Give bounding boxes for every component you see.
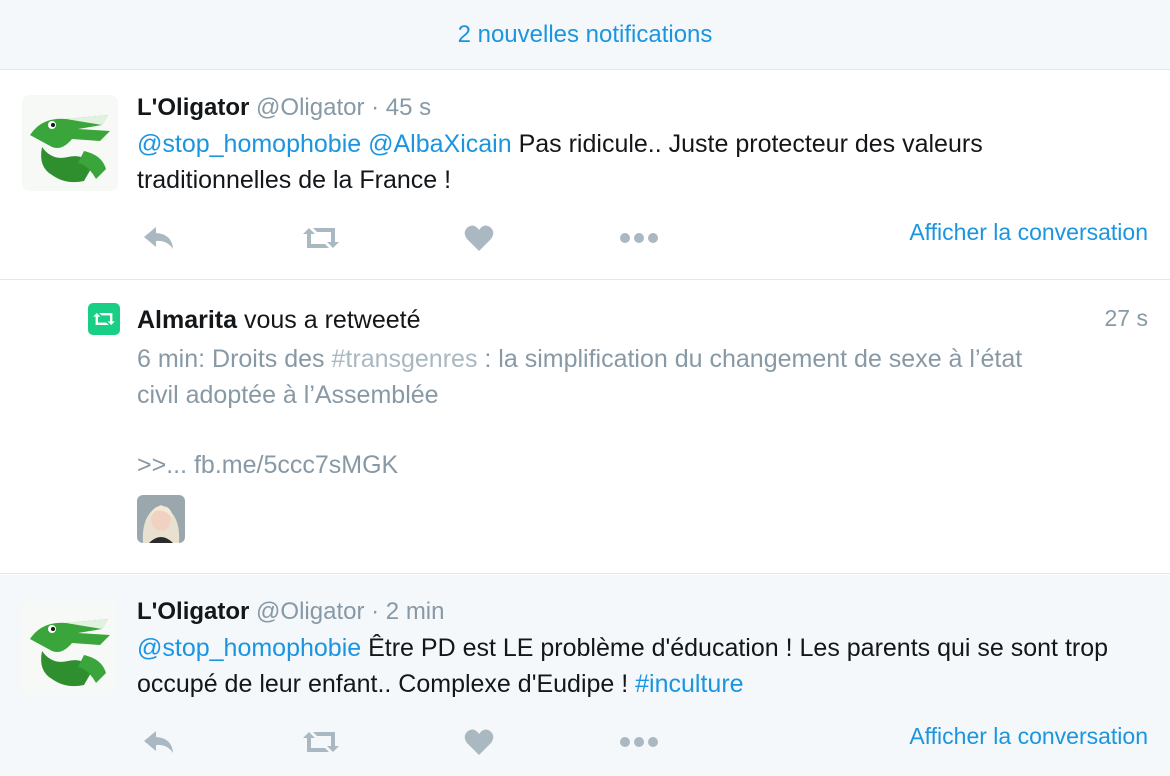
retweet-icon xyxy=(303,732,339,752)
reply-icon xyxy=(144,731,173,753)
tweet-author-handle[interactable]: @Oligator xyxy=(256,94,364,121)
user-avatar-image xyxy=(137,495,185,543)
retweet-badge xyxy=(88,303,120,335)
new-notifications-label: 2 nouvelles notifications xyxy=(457,20,713,48)
tweet[interactable]: L'Oligator @Oligator · 2 min @stop_homop… xyxy=(0,575,1170,776)
heart-icon xyxy=(464,225,494,251)
tweet-author-name[interactable]: L'Oligator xyxy=(137,598,249,625)
hashtag-link[interactable]: #inculture xyxy=(635,670,743,698)
more-icon xyxy=(620,233,658,243)
tweet-timestamp[interactable]: 45 s xyxy=(386,94,431,121)
tweet-author-handle[interactable]: @Oligator xyxy=(256,598,364,625)
more-icon xyxy=(620,737,658,747)
mention-link[interactable]: @stop_homophobie xyxy=(137,634,361,662)
tweet-timestamp[interactable]: 2 min xyxy=(386,598,445,625)
retweet-verb: vous a retweeté xyxy=(244,306,421,334)
reply-button[interactable] xyxy=(137,218,181,258)
retweet-notification[interactable]: Almarita vous a retweeté 27 s 6 min: Dro… xyxy=(0,281,1170,574)
mention-link[interactable]: @AlbaXicain xyxy=(368,130,512,158)
retweet-icon xyxy=(93,313,115,325)
like-button[interactable] xyxy=(457,722,501,762)
separator-dot: · xyxy=(371,94,380,121)
more-button[interactable] xyxy=(617,218,661,258)
heart-icon xyxy=(464,729,494,755)
retweeted-text: 6 min: Droits des #transgenres : la simp… xyxy=(137,341,1037,413)
more-button[interactable] xyxy=(617,722,661,762)
retweeted-link[interactable]: >>... fb.me/5ccc7sMGK xyxy=(137,451,398,480)
crocodile-avatar-image xyxy=(22,95,118,191)
tweet-text: @stop_homophobie @AlbaXicain Pas ridicul… xyxy=(137,126,1137,198)
tweet-text: @stop_homophobie Être PD est LE problème… xyxy=(137,630,1127,702)
show-conversation-link[interactable]: Afficher la conversation xyxy=(909,723,1148,750)
crocodile-avatar-image xyxy=(22,599,118,695)
retweet-button[interactable] xyxy=(299,722,343,762)
tweet-author-name[interactable]: L'Oligator xyxy=(137,94,249,121)
tweet[interactable]: L'Oligator @Oligator · 45 s @stop_homoph… xyxy=(0,71,1170,280)
reply-button[interactable] xyxy=(137,722,181,762)
avatar[interactable] xyxy=(22,95,118,191)
like-button[interactable] xyxy=(457,218,501,258)
new-notifications-banner[interactable]: 2 nouvelles notifications xyxy=(0,0,1170,70)
mention-link[interactable]: @stop_homophobie xyxy=(137,130,361,158)
tweet-actions xyxy=(137,218,697,258)
show-conversation-link[interactable]: Afficher la conversation xyxy=(909,219,1148,246)
reply-icon xyxy=(144,227,173,249)
retweeter-avatar[interactable] xyxy=(137,495,185,543)
retweet-button[interactable] xyxy=(299,218,343,258)
retweeted-text-prefix: 6 min: Droits des xyxy=(137,345,332,373)
notification-timestamp[interactable]: 27 s xyxy=(1105,305,1148,332)
tweet-actions xyxy=(137,722,697,762)
separator-dot: · xyxy=(371,598,380,625)
retweet-icon xyxy=(303,228,339,248)
avatar[interactable] xyxy=(22,599,118,695)
hashtag-link[interactable]: #transgenres xyxy=(332,345,478,373)
retweeter-name[interactable]: Almarita xyxy=(137,306,237,334)
